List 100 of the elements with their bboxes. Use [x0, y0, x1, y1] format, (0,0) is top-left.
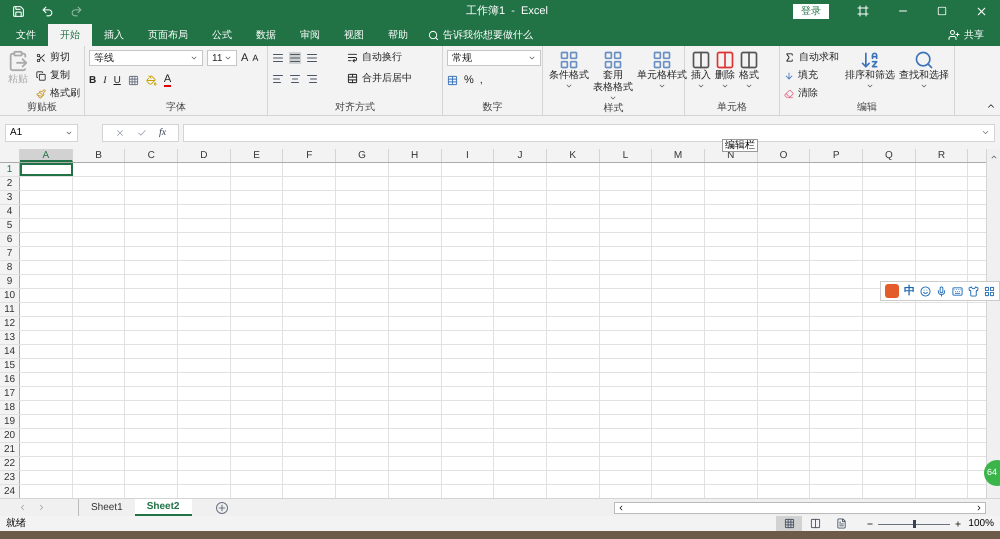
bottom-align-icon[interactable]: [306, 52, 318, 64]
row-header[interactable]: 13: [0, 331, 20, 344]
grow-font-button[interactable]: A: [241, 50, 248, 66]
top-align-icon[interactable]: [272, 52, 284, 64]
grid-icon[interactable]: [984, 286, 995, 296]
emoji-icon[interactable]: [920, 286, 931, 296]
close-icon[interactable]: [975, 4, 988, 18]
column-header[interactable]: L: [600, 149, 652, 162]
restore-icon[interactable]: [937, 6, 947, 16]
format-painter-button[interactable]: 格式刷: [36, 86, 80, 101]
column-header[interactable]: J: [494, 149, 547, 162]
row-header[interactable]: 21: [0, 443, 20, 456]
row-header[interactable]: 11: [0, 303, 20, 316]
keyboard-icon[interactable]: [952, 286, 963, 296]
column-header[interactable]: D: [178, 149, 231, 162]
row-header[interactable]: 7: [0, 247, 20, 260]
ribbon-tab[interactable]: 数据: [244, 24, 288, 46]
column-header[interactable]: A: [20, 149, 73, 162]
column-header[interactable]: R: [916, 149, 968, 162]
column-header[interactable]: F: [283, 149, 336, 162]
column-header[interactable]: B: [72, 149, 126, 162]
column-header[interactable]: M: [652, 149, 705, 162]
font-size-field[interactable]: 11: [207, 50, 237, 66]
view-button[interactable]: [776, 516, 802, 531]
column-header[interactable]: P: [810, 149, 863, 162]
zoom-in-icon[interactable]: [954, 520, 962, 528]
sheet-tab[interactable]: Sheet2: [134, 499, 192, 516]
row-header[interactable]: 16: [0, 373, 20, 386]
insert-function-button[interactable]: fx: [159, 125, 166, 140]
shrink-font-button[interactable]: A: [252, 52, 258, 65]
fill-color-icon[interactable]: [146, 74, 157, 86]
row-header[interactable]: 17: [0, 387, 20, 400]
ribbon-button[interactable]: 删除: [713, 50, 737, 101]
row-header[interactable]: 2: [0, 177, 20, 190]
underline-button[interactable]: U: [114, 72, 121, 88]
login-button[interactable]: 登录: [793, 4, 829, 18]
ribbon-button[interactable]: 套用 表格格式: [591, 50, 635, 102]
cut-button[interactable]: 剪切: [36, 50, 80, 65]
column-header[interactable]: E: [230, 149, 284, 162]
ribbon-tab[interactable]: 帮助: [376, 24, 420, 46]
row-header[interactable]: 5: [0, 219, 20, 232]
selected-cell[interactable]: [20, 163, 73, 176]
copy-button[interactable]: 复制: [36, 68, 80, 83]
microphone-icon[interactable]: [936, 286, 947, 296]
cancel-icon[interactable]: [115, 128, 125, 138]
undo-icon[interactable]: [41, 4, 54, 18]
column-header[interactable]: H: [388, 149, 442, 162]
column-header[interactable]: C: [125, 149, 178, 162]
row-header[interactable]: 19: [0, 415, 20, 428]
ribbon-tab[interactable]: 开始: [48, 24, 92, 46]
row-header[interactable]: 14: [0, 345, 20, 358]
percent-button[interactable]: %: [464, 72, 474, 88]
ime-mode[interactable]: 中: [904, 282, 915, 300]
name-box[interactable]: A1: [5, 124, 78, 142]
align-left-icon[interactable]: [272, 72, 284, 84]
share-button[interactable]: 共享: [964, 28, 984, 42]
row-header[interactable]: 1: [0, 163, 20, 176]
ribbon-tab[interactable]: 插入: [92, 24, 136, 46]
column-header[interactable]: Q: [863, 149, 916, 162]
row-header[interactable]: 9: [0, 275, 20, 288]
middle-align-icon[interactable]: [289, 52, 301, 64]
row-header[interactable]: 24: [0, 485, 20, 498]
row-header[interactable]: 3: [0, 191, 20, 204]
comma-button[interactable]: ,: [480, 72, 483, 88]
ribbon-tab[interactable]: 公式: [200, 24, 244, 46]
row-header[interactable]: 18: [0, 401, 20, 414]
row-header[interactable]: 6: [0, 233, 20, 246]
row-header[interactable]: 23: [0, 471, 20, 484]
align-center-icon[interactable]: [289, 72, 301, 84]
ribbon-tab[interactable]: 文件: [4, 24, 48, 46]
formula-input[interactable]: [183, 124, 995, 142]
ime-logo-icon[interactable]: [885, 284, 899, 298]
autosum-button[interactable]: 自动求和: [784, 50, 839, 65]
ribbon-button[interactable]: 排序和筛选: [843, 50, 897, 101]
row-header[interactable]: 15: [0, 359, 20, 372]
number-format-field[interactable]: 常规: [447, 50, 541, 66]
scroll-right-icon[interactable]: [975, 504, 983, 512]
ribbon-button[interactable]: 单元格样式: [635, 50, 689, 102]
ribbon-tab[interactable]: 视图: [332, 24, 376, 46]
zoom-level[interactable]: 100%: [968, 516, 994, 531]
tell-me-field[interactable]: 告诉我你想要做什么: [443, 28, 533, 42]
horizontal-scrollbar[interactable]: [614, 502, 986, 514]
ribbon-tab[interactable]: 页面布局: [136, 24, 200, 46]
merge-center-button[interactable]: 合并后居中: [347, 71, 412, 86]
sheet-tab[interactable]: Sheet1: [79, 499, 135, 516]
font-color-button[interactable]: A: [164, 74, 172, 86]
ribbon-tab[interactable]: 审阅: [288, 24, 332, 46]
borders-icon[interactable]: [128, 74, 139, 86]
ribbon-button[interactable]: 格式: [737, 50, 761, 101]
fill-button[interactable]: 填充: [784, 68, 839, 83]
column-header[interactable]: I: [442, 149, 494, 162]
row-header[interactable]: 4: [0, 205, 20, 218]
clear-button[interactable]: 清除: [784, 86, 839, 101]
enter-icon[interactable]: [137, 128, 147, 138]
align-right-icon[interactable]: [306, 72, 318, 84]
row-header[interactable]: 12: [0, 317, 20, 330]
zoom-slider[interactable]: [878, 518, 950, 528]
column-header[interactable]: G: [336, 149, 389, 162]
italic-button[interactable]: I: [103, 72, 107, 88]
scroll-left-icon[interactable]: [617, 504, 625, 512]
